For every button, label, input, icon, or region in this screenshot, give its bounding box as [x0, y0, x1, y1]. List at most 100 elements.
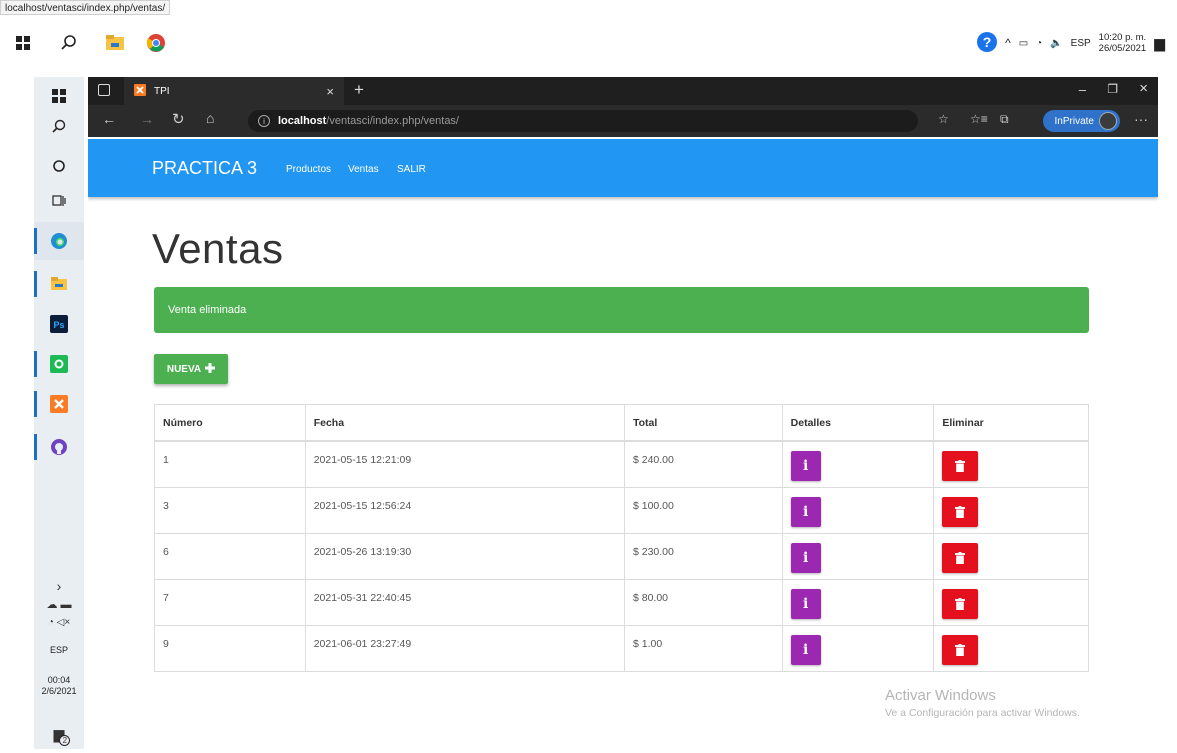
- url-path: /ventasci/index.php/ventas/: [326, 115, 459, 127]
- language-indicator[interactable]: ESP: [1071, 38, 1091, 49]
- inner-clock-date[interactable]: 2/6/2021: [34, 686, 84, 697]
- restore-icon[interactable]: ❐: [1107, 82, 1118, 96]
- close-tab-icon[interactable]: ×: [326, 84, 334, 99]
- xampp-icon[interactable]: [34, 385, 84, 423]
- search-icon[interactable]: [58, 32, 80, 54]
- info-icon: i: [802, 550, 809, 566]
- minimize-icon[interactable]: –: [1079, 82, 1086, 97]
- back-icon[interactable]: ←: [102, 111, 116, 127]
- wifi-volume-icon[interactable]: ◔ ◁×: [34, 603, 84, 641]
- table-header-row: Número Fecha Total Detalles Eliminar: [155, 405, 1088, 441]
- task-view-icon[interactable]: [34, 182, 84, 220]
- tab-tpi[interactable]: TPI ×: [124, 77, 344, 105]
- file-explorer-icon[interactable]: [104, 32, 126, 54]
- details-button[interactable]: i: [790, 497, 821, 527]
- inprivate-button[interactable]: InPrivate: [1042, 110, 1120, 132]
- cell-fecha: 2021-05-15 12:56:24: [304, 488, 624, 533]
- tab-bar: TPI × + – ❐ ×: [88, 77, 1158, 105]
- close-window-icon[interactable]: ×: [1139, 80, 1148, 97]
- info-icon: i: [802, 504, 809, 520]
- details-button[interactable]: i: [790, 589, 821, 619]
- spotify-icon[interactable]: [34, 345, 84, 383]
- forward-icon[interactable]: →: [140, 111, 154, 127]
- favorite-star-icon[interactable]: ☆: [938, 112, 949, 126]
- table-row: 1 2021-05-15 12:21:09 $ 240.00 i: [155, 441, 1088, 487]
- volume-icon[interactable]: 🔈: [1050, 38, 1062, 49]
- new-sale-button[interactable]: NUEVA: [154, 354, 228, 384]
- sales-table: Número Fecha Total Detalles Eliminar 1 20…: [154, 404, 1089, 672]
- trash-icon: [955, 598, 966, 610]
- details-button[interactable]: i: [790, 543, 821, 573]
- delete-button[interactable]: [942, 589, 979, 619]
- cell-fecha: 2021-05-31 22:40:45: [304, 580, 624, 625]
- cell-fecha: 2021-05-15 12:21:09: [304, 442, 624, 487]
- url-host: localhost: [278, 115, 327, 127]
- battery-icon[interactable]: ▭: [1019, 38, 1028, 49]
- table-row: 7 2021-05-31 22:40:45 $ 80.00 i: [155, 579, 1088, 625]
- clock[interactable]: 10:20 p. m. 26/05/2021: [1099, 32, 1147, 54]
- windows-start-icon[interactable]: [12, 32, 34, 54]
- cell-total: $ 240.00: [623, 442, 782, 487]
- details-button[interactable]: i: [790, 635, 821, 665]
- delete-button[interactable]: [942, 497, 979, 527]
- tab-actions-icon[interactable]: [98, 84, 110, 96]
- table-row: 3 2021-05-15 12:56:24 $ 100.00 i: [155, 487, 1088, 533]
- help-icon[interactable]: ?: [977, 31, 998, 55]
- trash-icon: [955, 506, 966, 518]
- search-icon[interactable]: [34, 107, 84, 145]
- refresh-icon[interactable]: ↻: [172, 110, 185, 128]
- cell-total: $ 80.00: [623, 580, 782, 625]
- svg-text:Ps: Ps: [53, 320, 64, 330]
- address-bar: ← → ↻ ⌂ i localhost/ventasci/index.php/v…: [88, 105, 1158, 137]
- inner-clock-time[interactable]: 00:04: [34, 675, 84, 686]
- cortana-icon[interactable]: [34, 147, 84, 185]
- cell-numero: 1: [163, 454, 169, 466]
- new-tab-icon[interactable]: +: [354, 80, 364, 100]
- xampp-favicon-icon: [134, 83, 146, 99]
- table-row: 9 2021-06-01 23:27:49 $ 1.00 i: [155, 625, 1088, 671]
- cell-numero: 3: [163, 500, 169, 512]
- trash-icon: [955, 644, 966, 656]
- delete-button[interactable]: [942, 451, 979, 481]
- header-detalles: Detalles: [781, 405, 934, 440]
- notification-center-icon[interactable]: ▆ 2: [34, 715, 84, 753]
- home-icon[interactable]: ⌂: [206, 110, 214, 126]
- browser-window: TPI × + – ❐ × ← → ↻ ⌂ i localhost/ventas…: [88, 77, 1158, 749]
- nav-link-ventas[interactable]: Ventas: [348, 164, 379, 175]
- chrome-icon[interactable]: [145, 32, 167, 54]
- favorites-icon[interactable]: ☆≡: [970, 112, 988, 126]
- nav-link-salir[interactable]: SALIR: [397, 164, 426, 175]
- watermark-subtitle: Ve a Configuración para activar Windows.: [885, 707, 1080, 719]
- system-tray: ? ^ ▭ ◔ 🔈 ESP 10:20 p. m. 26/05/2021 ▆: [977, 26, 1177, 60]
- chevron-up-icon[interactable]: ^: [1005, 36, 1011, 50]
- file-explorer-icon[interactable]: [34, 265, 84, 303]
- header-fecha: Fecha: [304, 405, 624, 440]
- delete-button[interactable]: [942, 543, 979, 573]
- cell-fecha: 2021-05-26 13:19:30: [304, 534, 624, 579]
- notification-icon[interactable]: ▆: [1154, 35, 1165, 52]
- vertical-taskbar: Ps › ☁ ▬ ◔ ◁× ESP 00:04 2/6/2021 ▆ 2: [34, 77, 84, 749]
- trash-icon: [955, 552, 966, 564]
- svg-text:?: ?: [983, 34, 992, 50]
- info-icon[interactable]: i: [258, 115, 270, 127]
- wifi-icon[interactable]: ◔: [1036, 38, 1042, 49]
- watermark-title: Activar Windows: [885, 687, 996, 704]
- language-indicator[interactable]: ESP: [34, 645, 84, 656]
- brand[interactable]: PRACTICA 3: [152, 158, 257, 179]
- url-field[interactable]: i localhost/ventasci/index.php/ventas/: [248, 110, 918, 132]
- delete-button[interactable]: [942, 635, 979, 665]
- more-options-icon[interactable]: ···: [1134, 111, 1148, 127]
- navbar: PRACTICA 3 Productos Ventas SALIR: [88, 139, 1158, 197]
- notification-count-badge: 2: [59, 734, 71, 746]
- nav-link-productos[interactable]: Productos: [286, 164, 331, 175]
- cell-numero: 9: [163, 638, 169, 650]
- github-desktop-icon[interactable]: [34, 428, 84, 466]
- edge-icon[interactable]: [34, 222, 84, 260]
- header-numero: Número: [163, 416, 203, 429]
- details-button[interactable]: i: [790, 451, 821, 481]
- profile-avatar: [1099, 112, 1117, 130]
- cell-total: $ 100.00: [623, 488, 782, 533]
- collections-icon[interactable]: ⧉: [1000, 112, 1009, 127]
- photoshop-icon[interactable]: Ps: [34, 305, 84, 343]
- cell-total: $ 1.00: [623, 626, 782, 671]
